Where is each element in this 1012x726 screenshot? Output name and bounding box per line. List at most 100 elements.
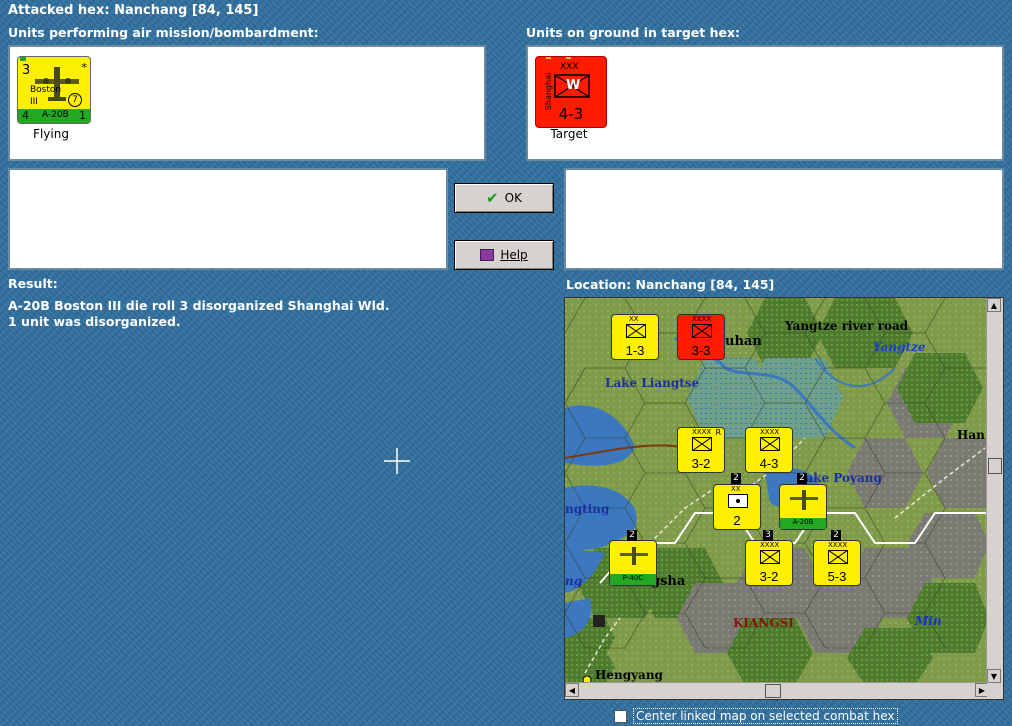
map-label-min: Min [915, 614, 942, 628]
map-unit-counter[interactable]: XXXX 4-3 [745, 427, 793, 473]
airfield-marker [593, 615, 605, 627]
center-map-checkbox-label: Center linked map on selected combat hex [633, 708, 898, 724]
counter-strength: 2 [733, 513, 741, 528]
counter-strength: 3-3 [691, 343, 711, 358]
map-unit-counter[interactable]: XXXX 5-3 [813, 540, 861, 586]
scroll-down-icon[interactable]: ▼ [987, 669, 1001, 683]
unit-star-mark: * [81, 61, 88, 74]
center-map-option[interactable]: Center linked map on selected combat hex [614, 708, 898, 724]
attacker-details-panel [8, 168, 448, 270]
counter-size: XXXX [760, 541, 780, 549]
map-label-yangtze-road: Yangtze river road [785, 319, 909, 333]
map-unit-counter[interactable]: XXXX R 3-2 [677, 427, 725, 473]
map-label-han: Han [957, 428, 985, 442]
map-label-hengyang: Hengyang [595, 668, 663, 682]
infantry-symbol-icon [692, 324, 712, 338]
result-line-2: 1 unit was disorganized. [8, 314, 181, 329]
air-units-title: Units performing air mission/bombardment… [8, 25, 319, 40]
stack-count-badge: 2 [627, 530, 637, 541]
unit-size: XXX [560, 62, 579, 72]
counter-size: XXXX [692, 428, 712, 436]
unit-subname: III [30, 97, 38, 107]
infantry-symbol-icon [828, 550, 848, 564]
result-title: Result: [8, 276, 58, 291]
defender-details-panel [564, 168, 1004, 270]
help-button-label: Help [500, 248, 528, 262]
linked-map-view[interactable]: Yangtze river road Yangtze Han Lake Lian… [564, 297, 1004, 700]
counter-strength: 5-3 [827, 569, 847, 584]
unit-move-value: 1 [79, 109, 86, 122]
map-unit-counter[interactable]: XXXX 3-3 [677, 314, 725, 360]
map-label-yangtze: Yangtze [873, 340, 926, 354]
counter-size: XX [731, 485, 741, 493]
map-label-lake-liangtse: Lake Liangtse [605, 376, 700, 390]
counter-size: XXXX [760, 428, 780, 436]
map-vertical-scrollbar[interactable]: ▲ ▼ [986, 298, 1003, 683]
infantry-symbol-icon [760, 437, 780, 451]
unit-attack-value: 3 [22, 63, 31, 78]
center-map-checkbox[interactable] [614, 709, 627, 723]
crosshair-cursor-icon [384, 448, 410, 474]
scroll-left-icon[interactable]: ◀ [565, 683, 579, 697]
infantry-symbol-icon [760, 550, 780, 564]
scroll-up-icon[interactable]: ▲ [987, 298, 1001, 312]
map-label-ng: ng [565, 574, 583, 588]
unit-defense-value: 4 [22, 109, 29, 122]
unit-marker-icon [566, 57, 571, 59]
unit-type: A-20B [42, 110, 69, 120]
fighter-plane-icon [620, 547, 648, 565]
unit-strength: 4-3 [558, 105, 584, 123]
stack-count-badge: 2 [731, 473, 741, 484]
map-unit-counter[interactable]: P-40C [609, 540, 657, 586]
counter-strength: 1-3 [625, 343, 645, 358]
counter-strength: 3-2 [691, 456, 711, 471]
map-unit-counter[interactable]: XXXX 3-2 [745, 540, 793, 586]
ok-button-label: OK [504, 191, 522, 205]
location-label: Location: Nanchang [84, 145] [566, 277, 775, 292]
air-unit-caption: Flying [33, 127, 69, 141]
result-line-1: A-20B Boston III die roll 3 disorganized… [8, 298, 390, 313]
stack-count-badge: 2 [831, 530, 841, 541]
unit-symbol-letter: W [566, 78, 581, 93]
counter-size: XXXX [692, 315, 712, 323]
map-horizontal-scrollbar[interactable]: ◀ ▶ [565, 682, 989, 699]
map-label-wuhan: uhan [725, 334, 762, 349]
unit-range-circle: 7 [68, 93, 82, 107]
stack-count-badge: 2 [797, 473, 807, 484]
help-button[interactable]: Help [454, 240, 554, 270]
ground-units-panel: XXX Shanghai W 4-3 Target [526, 45, 1004, 161]
unit-marker-icon [546, 57, 551, 59]
horizontal-scroll-thumb[interactable] [765, 684, 781, 698]
ground-units-title: Units on ground in target hex: [526, 25, 741, 40]
counter-size: XX [629, 315, 639, 323]
air-units-panel: 3 * Boston III 7 4 A-20B 1 Flying [8, 45, 486, 161]
map-unit-counter[interactable]: XX 1-3 [611, 314, 659, 360]
stack-count-badge: 3 [763, 530, 773, 541]
unit-strength-bar: 4 A-20B 1 [18, 109, 90, 123]
help-book-icon [480, 249, 495, 261]
counter-strength-bar: A-20B [780, 518, 826, 529]
checkmark-icon: ✔ [486, 189, 499, 207]
vertical-scroll-thumb[interactable] [988, 458, 1002, 474]
infantry-symbol-icon [626, 324, 646, 338]
counter-size: XXXX [828, 541, 848, 549]
unit-marker-icon [20, 57, 26, 61]
counter-strength: 3-2 [759, 569, 779, 584]
attacked-hex-title: Attacked hex: Nanchang [84, 145] [8, 3, 259, 18]
unit-name: Boston [30, 85, 62, 95]
infantry-symbol-icon [692, 437, 712, 451]
counter-extra: R [715, 428, 721, 437]
counter-strength: 4-3 [759, 456, 779, 471]
bomber-plane-icon [790, 490, 818, 510]
counter-type: A-20B [792, 518, 814, 526]
target-unit-caption: Target [550, 127, 588, 141]
scroll-corner [987, 683, 1003, 699]
air-unit-counter[interactable]: 3 * Boston III 7 4 A-20B 1 [17, 56, 91, 124]
map-unit-counter[interactable]: A-20B [779, 484, 827, 530]
target-unit-counter[interactable]: XXX Shanghai W 4-3 [535, 56, 607, 128]
map-label-kiangsi: KIANGSI [733, 616, 794, 630]
map-unit-counter[interactable]: XX 2 [713, 484, 761, 530]
counter-strength-bar: P-40C [610, 574, 656, 585]
ok-button[interactable]: ✔ OK [454, 183, 554, 213]
map-label-lake-poyang: Lake Poyang [797, 471, 882, 485]
